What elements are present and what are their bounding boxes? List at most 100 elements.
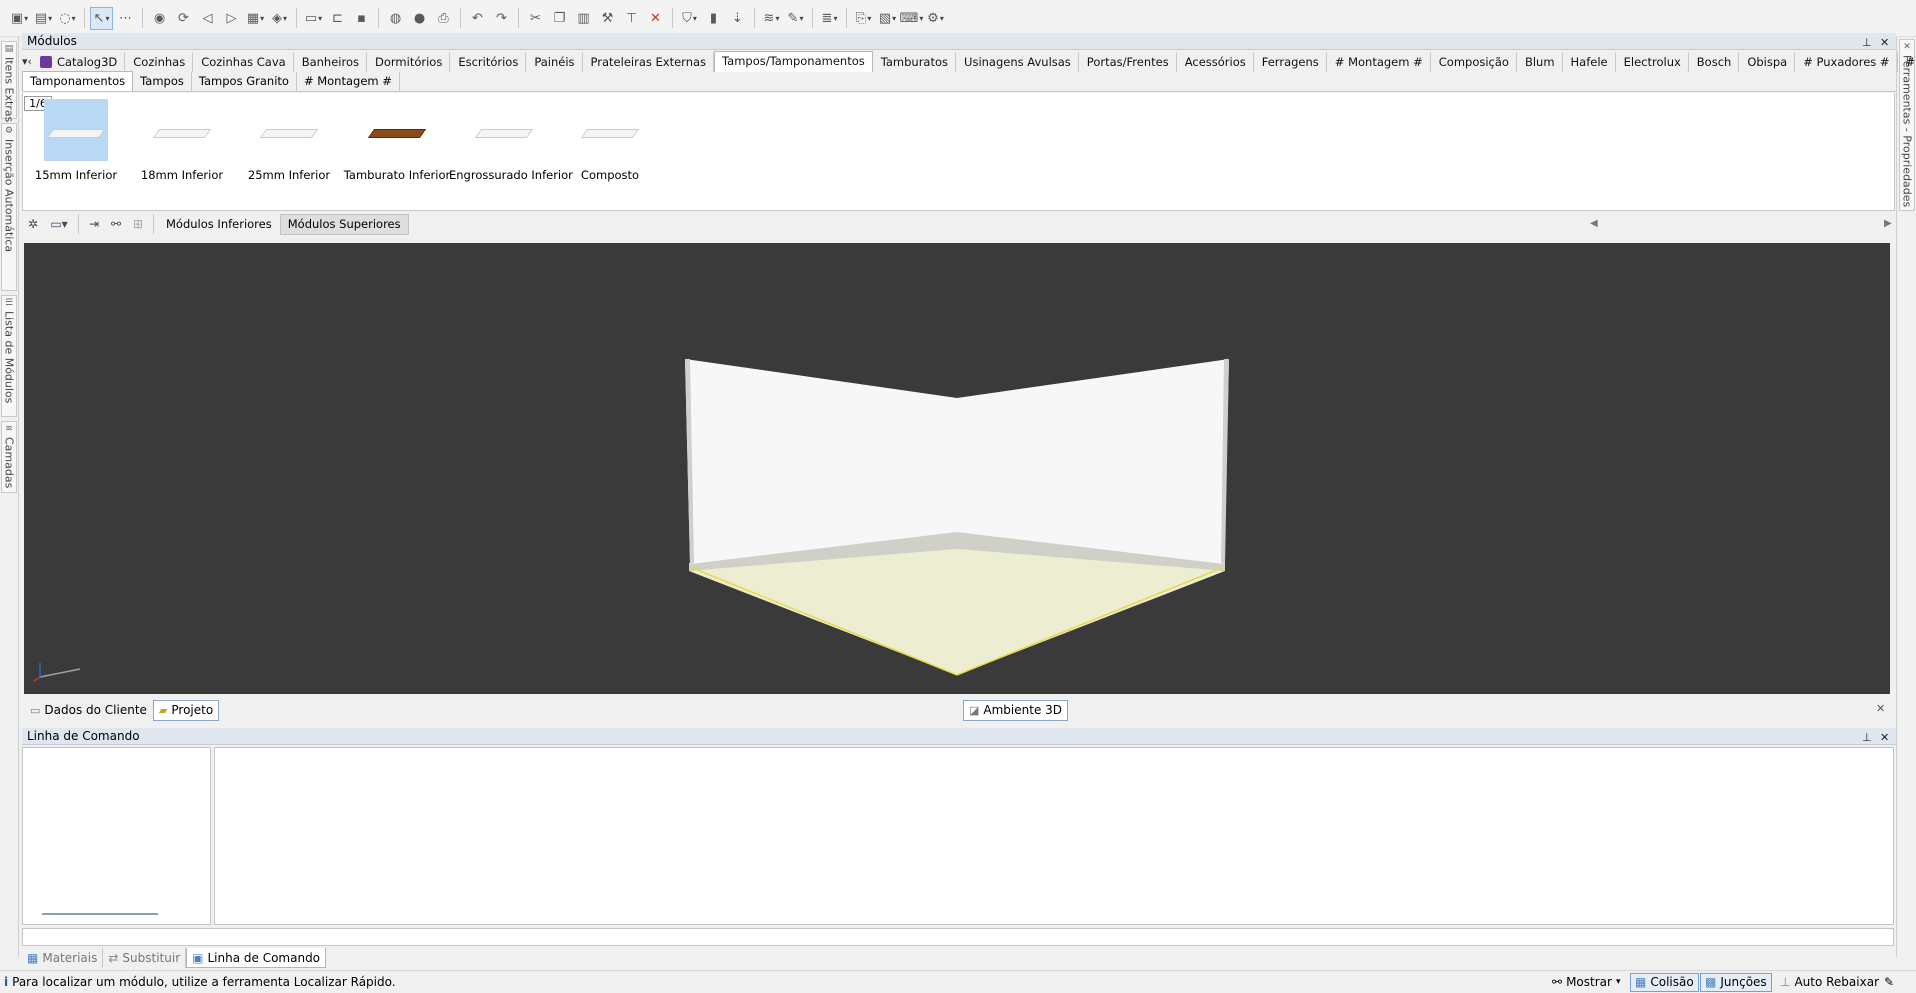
- tab-command-line[interactable]: ▣ Linha de Comando: [186, 948, 327, 968]
- pin-icon[interactable]: ⊥: [1862, 729, 1872, 746]
- tools-icon[interactable]: ✎: [1880, 973, 1898, 992]
- next-view-icon[interactable]: ▷: [220, 7, 243, 30]
- module-icon[interactable]: ▤: [32, 7, 55, 30]
- lasso-icon[interactable]: ◌: [56, 7, 79, 30]
- tab-tamburatos[interactable]: Tamburatos: [873, 52, 957, 72]
- pin-icon[interactable]: ⇣: [726, 7, 749, 30]
- tab-hafele[interactable]: Hafele: [1563, 52, 1616, 72]
- tab-materials[interactable]: ▦ Materiais: [22, 948, 104, 968]
- catalog-selector[interactable]: Catalog3D: [32, 52, 126, 72]
- redo-icon[interactable]: ↷: [490, 7, 513, 30]
- upper-modules-button[interactable]: Módulos Superiores: [279, 213, 409, 235]
- report-icon[interactable]: ▮: [702, 7, 725, 30]
- subtab-tamponamentos[interactable]: Tamponamentos: [22, 71, 134, 91]
- scroll-left-icon[interactable]: ◀: [1590, 218, 1598, 229]
- subtab-montagem[interactable]: # Montagem #: [297, 72, 400, 91]
- pin-icon[interactable]: ⊥: [1862, 34, 1872, 51]
- tab-prateleiras-externas[interactable]: Prateleiras Externas: [583, 52, 715, 72]
- gallery-item-25mm-inferior[interactable]: 25mm Inferior: [234, 99, 344, 182]
- tab-paineis[interactable]: Painéis: [526, 52, 583, 72]
- dock-tab-auto-insert[interactable]: ⚙ Inserção Automática: [1, 123, 17, 291]
- tab-puxadores[interactable]: # Puxadores #: [1795, 52, 1898, 72]
- tab-usinagens-avulsas[interactable]: Usinagens Avulsas: [956, 52, 1079, 72]
- cut-plan-icon[interactable]: ▧: [876, 7, 899, 30]
- tab-client-data[interactable]: ▭ Dados do Cliente: [24, 700, 153, 721]
- ruler-dropdown-icon[interactable]: ▭▾: [44, 214, 74, 234]
- tab-montagem[interactable]: # Montagem #: [1327, 52, 1431, 72]
- view-mode-icon[interactable]: ▦: [244, 7, 267, 30]
- box-icon[interactable]: ◈: [268, 7, 291, 30]
- measure-icon[interactable]: ⋯: [114, 7, 137, 30]
- auto-lower-toggle[interactable]: ⊥ Auto Rebaixar: [1776, 973, 1883, 992]
- lower-modules-button[interactable]: Módulos Inferiores: [158, 214, 280, 235]
- undo-icon[interactable]: ↶: [466, 7, 489, 30]
- gallery-item-engrossurado-inferior[interactable]: Engrossurado Inferior: [449, 99, 573, 182]
- cnc-icon[interactable]: ⌨: [900, 7, 923, 30]
- delete-icon[interactable]: ✕: [644, 7, 667, 30]
- scroll-right-icon[interactable]: ▶: [1884, 218, 1892, 229]
- tab-blum[interactable]: Blum: [1517, 52, 1563, 72]
- tab-acessorios[interactable]: Acessórios: [1177, 52, 1254, 72]
- close-doc-icon[interactable]: ✕: [1876, 702, 1885, 715]
- command-history-pane[interactable]: [22, 747, 211, 925]
- insert-icon[interactable]: ⇥: [83, 214, 105, 234]
- tab-cozinhas[interactable]: Cozinhas: [125, 52, 194, 72]
- subtab-tampos-granito[interactable]: Tampos Granito: [192, 72, 297, 91]
- paste-icon[interactable]: ▥: [572, 7, 595, 30]
- shield-icon[interactable]: ⛉: [678, 7, 701, 30]
- gallery-item-18mm-inferior[interactable]: 18mm Inferior: [127, 99, 237, 182]
- tab-project[interactable]: ▰ Projeto: [152, 699, 220, 721]
- render2-icon[interactable]: ●: [408, 7, 431, 30]
- collision-toggle[interactable]: ▦ Colisão: [1630, 973, 1699, 992]
- dock-tab-module-list[interactable]: ☰ Lista de Módulos: [1, 295, 17, 417]
- copy-icon[interactable]: ❐: [548, 7, 571, 30]
- export-icon[interactable]: ⎘: [852, 7, 875, 30]
- binoculars-icon[interactable]: ⚯: [105, 214, 127, 234]
- wand-icon[interactable]: ✲: [22, 214, 44, 234]
- prev-view-icon[interactable]: ◁: [196, 7, 219, 30]
- tab-composicao[interactable]: Composição: [1431, 52, 1517, 72]
- gallery-item-tamburato-inferior[interactable]: Tamburato Inferior: [342, 99, 452, 182]
- tab-replace[interactable]: ⇄ Substituir: [103, 948, 187, 968]
- subtab-tampos[interactable]: Tampos: [133, 72, 192, 91]
- joints-toggle[interactable]: ▩ Junções: [1700, 973, 1772, 992]
- new-file-icon[interactable]: ▭: [302, 7, 325, 30]
- tab-portas-frentes[interactable]: Portas/Frentes: [1079, 52, 1177, 72]
- lines-icon[interactable]: ≋: [760, 7, 783, 30]
- show-dropdown[interactable]: ⚯ Mostrar ▾: [1548, 973, 1624, 992]
- new-icon[interactable]: ▣: [8, 7, 31, 30]
- open-folder-icon[interactable]: ⊏: [326, 7, 349, 30]
- dock-tab-layers[interactable]: ≋ Camadas: [1, 421, 17, 493]
- tab-ferragens[interactable]: Ferragens: [1254, 52, 1327, 72]
- tab-cozinhas-cava[interactable]: Cozinhas Cava: [193, 52, 294, 72]
- command-input[interactable]: [22, 928, 1894, 946]
- layers-icon[interactable]: ≣: [818, 7, 841, 30]
- viewport-3d[interactable]: [24, 243, 1890, 694]
- brush-icon[interactable]: ⊤: [620, 7, 643, 30]
- tools-icon[interactable]: ✎: [784, 7, 807, 30]
- dock-tab-extra-items[interactable]: ▤ Itens Extras: [1, 41, 17, 122]
- tab-banheiros[interactable]: Banheiros: [294, 52, 367, 72]
- eye-icon[interactable]: ◉: [148, 7, 171, 30]
- tab-bosch[interactable]: Bosch: [1689, 52, 1740, 72]
- cut-icon[interactable]: ✂: [524, 7, 547, 30]
- command-output-pane[interactable]: [214, 747, 1894, 925]
- gallery-item-composto[interactable]: Composto: [555, 99, 665, 182]
- tab-3d-environment[interactable]: ◪ Ambiente 3D: [963, 699, 1069, 721]
- gallery-item-15mm-inferior[interactable]: 15mm Inferior: [21, 99, 131, 182]
- close-icon[interactable]: ✕: [1880, 34, 1889, 51]
- settings-icon[interactable]: ⚙: [924, 7, 947, 30]
- close-icon[interactable]: ✕: [1880, 729, 1889, 746]
- tab-tampos-tamponamentos[interactable]: Tampos/Tamponamentos: [714, 51, 873, 72]
- tab-decoracao[interactable]: # Decoração #: [1898, 52, 1916, 72]
- lock-icon[interactable]: ⊞: [127, 214, 149, 234]
- print-icon[interactable]: ⎙: [432, 7, 455, 30]
- tab-escritorios[interactable]: Escritórios: [450, 52, 527, 72]
- tab-electrolux[interactable]: Electrolux: [1616, 52, 1689, 72]
- render-icon[interactable]: ◍: [384, 7, 407, 30]
- rotate-icon[interactable]: ⟳: [172, 7, 195, 30]
- tab-dormitorios[interactable]: Dormitórios: [367, 52, 451, 72]
- select-arrow-icon[interactable]: ↖: [90, 6, 113, 30]
- save-icon[interactable]: ▪: [350, 7, 373, 30]
- hammer-icon[interactable]: ⚒: [596, 7, 619, 30]
